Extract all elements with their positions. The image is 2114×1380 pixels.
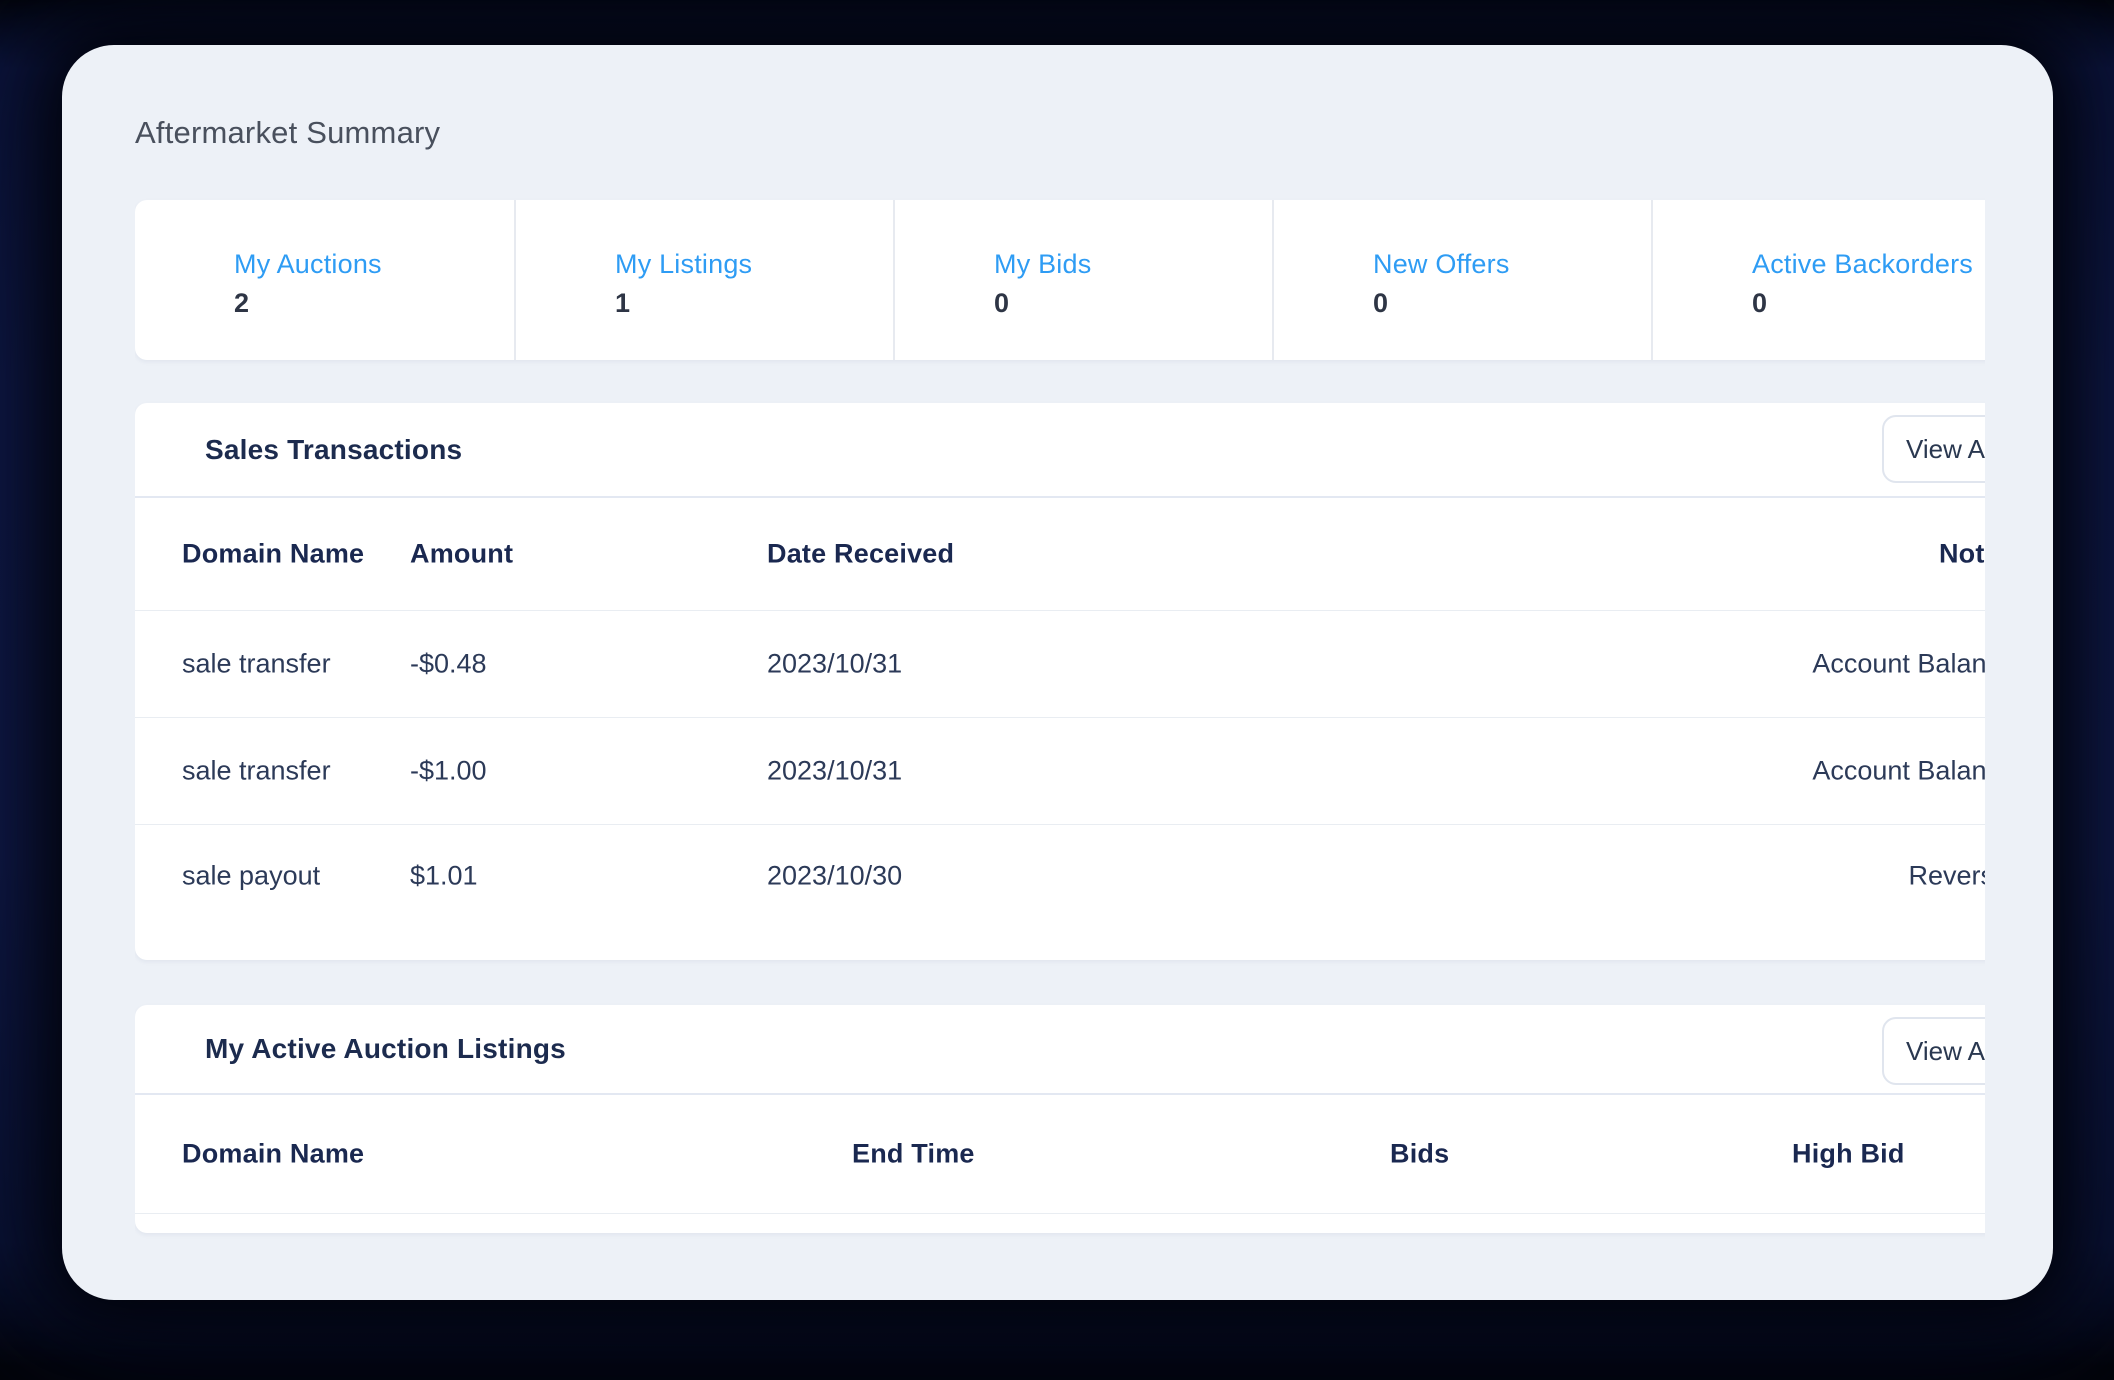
col-header-date-received: Date Received [767,539,954,570]
stat-value-my-auctions: 2 [234,289,514,317]
sales-table-header-row: Domain Name Amount Date Received Notes [135,498,1985,611]
stat-card-my-bids[interactable]: My Bids 0 [893,200,1272,360]
content-clip-region: My Auctions 2 My Listings 1 My Bids 0 Ne… [135,45,1985,1300]
stat-value-my-listings: 1 [615,289,893,317]
sales-transactions-section: Sales Transactions View All Domain Name … [135,403,1985,960]
cell-notes: Account Balance [1812,756,1985,787]
sales-view-all-button[interactable]: View All [1882,415,1985,483]
sales-transactions-title: Sales Transactions [205,434,462,466]
stats-card-row: My Auctions 2 My Listings 1 My Bids 0 Ne… [135,200,1985,360]
table-bottom-padding [135,1214,1985,1233]
page-background: Aftermarket Summary My Auctions 2 My Lis… [0,0,2114,1380]
sales-table-row: sale payout $1.01 2023/10/30 Reversal [135,825,1985,927]
cell-domain: sale transfer [182,756,331,787]
stat-link-my-bids[interactable]: My Bids [994,250,1272,278]
col-header-domain-name: Domain Name [182,539,364,570]
cell-amount: -$1.00 [410,756,487,787]
active-auction-listings-header: My Active Auction Listings View All [135,1005,1985,1095]
cell-date: 2023/10/30 [767,861,902,892]
stat-link-my-auctions[interactable]: My Auctions [234,250,514,278]
stat-value-my-bids: 0 [994,289,1272,317]
stat-card-active-backorders[interactable]: Active Backorders 0 [1651,200,1985,360]
sales-table-row: sale transfer -$1.00 2023/10/31 Account … [135,718,1985,825]
aftermarket-summary-panel: Aftermarket Summary My Auctions 2 My Lis… [62,45,2053,1300]
sales-transactions-table: Domain Name Amount Date Received Notes s… [135,498,1985,960]
stat-card-new-offers[interactable]: New Offers 0 [1272,200,1651,360]
col-header-domain-name: Domain Name [182,1139,364,1170]
cell-amount: $1.01 [410,861,478,892]
cell-date: 2023/10/31 [767,756,902,787]
stat-card-my-auctions[interactable]: My Auctions 2 [135,200,514,360]
cell-notes: Account Balance [1812,649,1985,680]
col-header-bids: Bids [1390,1139,1449,1170]
cell-date: 2023/10/31 [767,649,902,680]
table-bottom-padding [135,927,1985,960]
stat-link-active-backorders[interactable]: Active Backorders [1752,250,1985,278]
sales-table-row: sale transfer -$0.48 2023/10/31 Account … [135,611,1985,718]
auctions-view-all-button[interactable]: View All [1882,1017,1985,1085]
stat-value-active-backorders: 0 [1752,289,1985,317]
sales-transactions-header: Sales Transactions View All [135,403,1985,498]
col-header-high-bid: High Bid [1792,1139,1905,1170]
stat-link-new-offers[interactable]: New Offers [1373,250,1651,278]
stat-value-new-offers: 0 [1373,289,1651,317]
cell-amount: -$0.48 [410,649,487,680]
cell-domain: sale transfer [182,649,331,680]
cell-domain: sale payout [182,861,320,892]
col-header-notes: Notes [1939,539,1985,570]
stat-link-my-listings[interactable]: My Listings [615,250,893,278]
auctions-table-header-row: Domain Name End Time Bids High Bid [135,1095,1985,1214]
stat-card-my-listings[interactable]: My Listings 1 [514,200,893,360]
active-auction-listings-section: My Active Auction Listings View All Doma… [135,1005,1985,1233]
col-header-amount: Amount [410,539,513,570]
cell-notes: Reversal [1908,861,1985,892]
auction-listings-table: Domain Name End Time Bids High Bid [135,1095,1985,1233]
col-header-end-time: End Time [852,1139,975,1170]
active-auction-listings-title: My Active Auction Listings [205,1033,566,1065]
